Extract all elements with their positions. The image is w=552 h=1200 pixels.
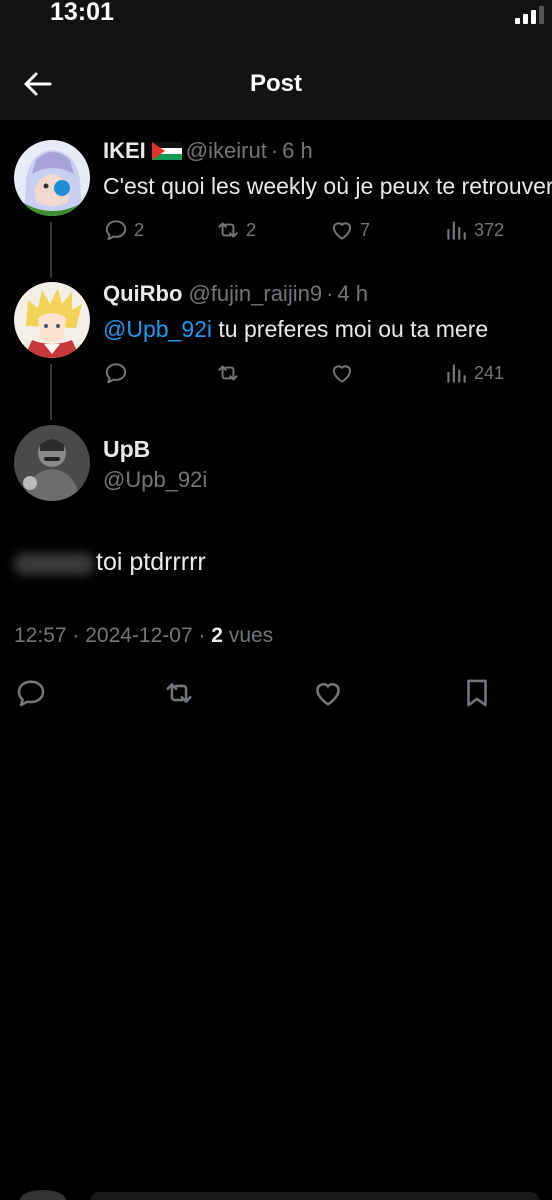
thread-connector (50, 364, 52, 420)
thread-connector (50, 222, 52, 278)
reply-icon (105, 220, 127, 241)
repost-button[interactable] (162, 676, 196, 710)
reply-icon (105, 363, 127, 384)
post-time: 4 h (337, 281, 368, 306)
author-handle[interactable]: @Upb_92i (103, 467, 207, 493)
tweet-text: @Upb_92i tu preferes moi ou ta mere (103, 316, 488, 343)
top-app-bar: Post (0, 40, 552, 120)
views-icon (447, 221, 466, 240)
repost-count: 2 (246, 219, 257, 240)
views-icon (447, 364, 466, 383)
page-title: Post (249, 70, 302, 97)
avatar[interactable] (20, 1190, 66, 1200)
post-time: 6 h (282, 138, 313, 163)
repost-button[interactable]: 2 (215, 216, 256, 244)
post-timestamp: 12:57 · 2024-12-07 · (14, 624, 212, 647)
views-label: vues (222, 624, 274, 647)
like-button[interactable] (329, 359, 360, 387)
tweet-text-body: tu preferes moi ou ta mere (212, 316, 489, 342)
bookmark-icon (467, 679, 487, 707)
author-name[interactable]: IKEI (103, 138, 146, 163)
author-handle[interactable]: @ikeirut (186, 138, 267, 163)
post-text: toi ptdrrrrr (96, 548, 206, 576)
reply-button[interactable] (14, 676, 48, 710)
views-count: 2 (211, 624, 223, 647)
reply-button[interactable]: 2 (103, 216, 144, 244)
avatar[interactable] (14, 282, 90, 358)
repost-button[interactable] (215, 359, 246, 387)
like-button[interactable]: 7 (329, 216, 370, 244)
post-actions (0, 676, 552, 712)
status-bar: 13:01 (0, 0, 552, 40)
like-icon (316, 683, 340, 706)
views-button[interactable]: 372 (443, 216, 504, 244)
separator: · (270, 138, 279, 163)
repost-icon (166, 683, 192, 703)
tweet-header: QuiRbo @fujin_raijin9 · 4 h (103, 281, 368, 307)
reply-count: 2 (134, 219, 145, 240)
redacted-text (14, 553, 94, 575)
repost-icon (218, 222, 238, 238)
author-name[interactable]: UpB (103, 436, 150, 463)
like-button[interactable] (311, 676, 345, 710)
reply-input[interactable] (90, 1192, 540, 1200)
palestine-flag-icon (151, 142, 182, 160)
view-count: 241 (474, 362, 505, 383)
tweet-actions: 241 (103, 359, 543, 387)
tweet-text: C'est quoi les weekly où je peux te retr… (103, 173, 552, 199)
avatar[interactable] (14, 425, 90, 501)
tweet-actions: 2 2 7 372 (103, 216, 543, 244)
avatar[interactable] (14, 140, 90, 216)
reply-button[interactable] (103, 359, 134, 387)
separator: · (326, 281, 334, 306)
view-count: 372 (474, 219, 505, 240)
bookmark-button[interactable] (460, 676, 494, 710)
post-meta: 12:57 · 2024-12-07 · 2 vues (14, 624, 273, 648)
reply-icon (17, 680, 45, 707)
views-button[interactable]: 241 (443, 359, 504, 387)
author-handle[interactable]: @fujin_raijin9 (188, 281, 322, 306)
status-time: 13:01 (50, 0, 114, 26)
repost-icon (218, 365, 238, 381)
signal-icon (515, 6, 544, 24)
like-icon (332, 222, 352, 240)
author-name[interactable]: QuiRbo (103, 281, 182, 306)
like-icon (332, 365, 352, 383)
tweet-header: IKEI @ikeirut · 6 h (103, 138, 313, 164)
mention-link[interactable]: @Upb_92i (103, 316, 212, 342)
like-count: 7 (360, 219, 371, 240)
